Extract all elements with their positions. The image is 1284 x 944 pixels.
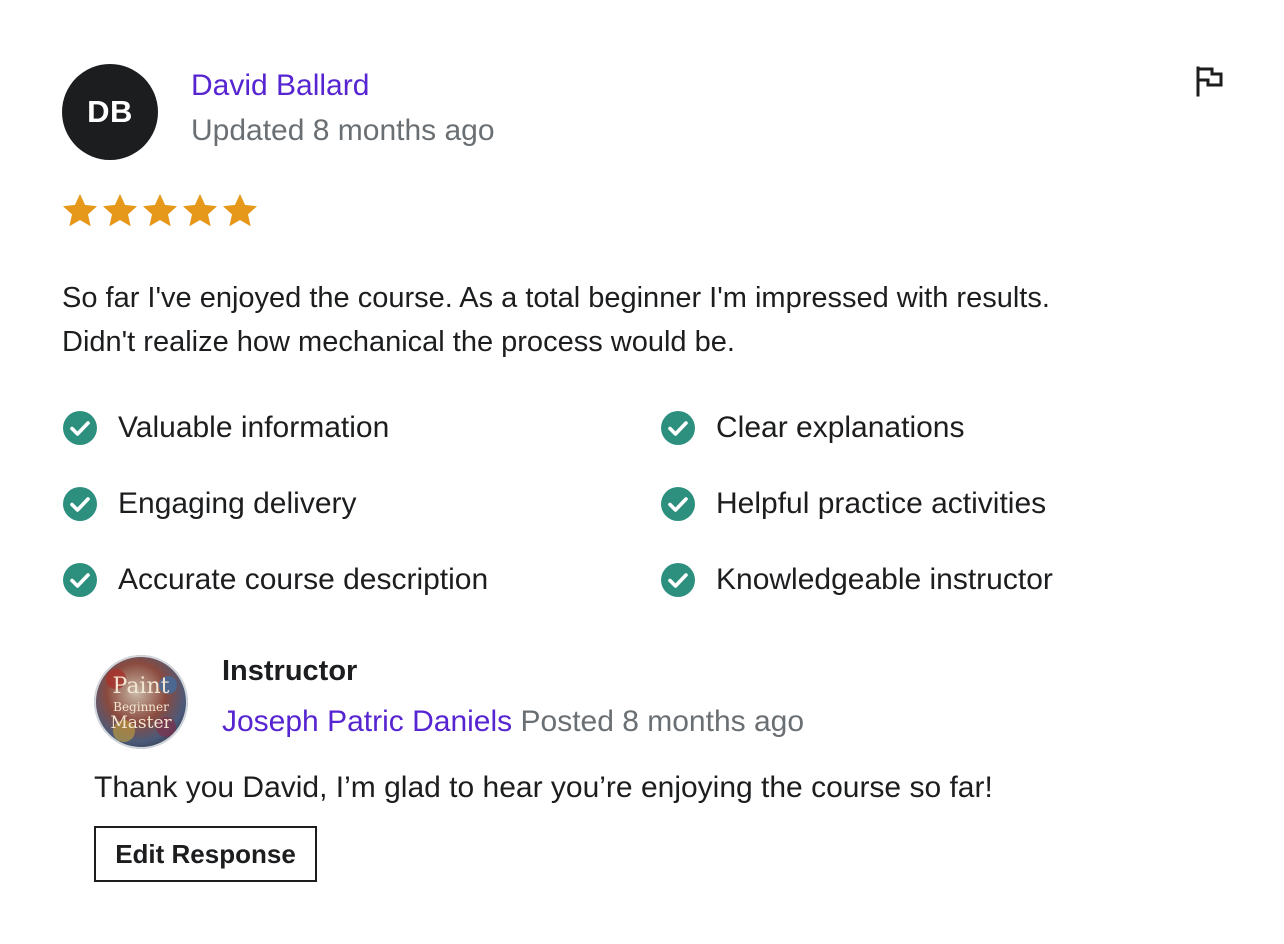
tag-item: Clear explanations (660, 410, 1222, 446)
tag-label: Helpful practice activities (716, 487, 1047, 520)
edit-response-button[interactable]: Edit Response (94, 826, 317, 882)
tag-item: Helpful practice activities (660, 486, 1222, 522)
response-timestamp: Posted 8 months ago (520, 705, 805, 738)
star-icon (143, 193, 177, 227)
check-circle-icon (63, 411, 97, 445)
instructor-role-label: Instructor (222, 655, 358, 687)
review-text-line1: So far I've enjoyed the course. As a tot… (62, 282, 1050, 314)
star-icon (63, 193, 97, 227)
instructor-avatar: Paint Beginner Master (94, 655, 188, 749)
avatar-text-line2: Beginner (113, 700, 169, 714)
tag-item: Knowledgeable instructor (660, 562, 1222, 598)
reviewer-name-link[interactable]: David Ballard (191, 69, 369, 103)
tag-item: Engaging delivery (62, 486, 660, 522)
tag-label: Accurate course description (118, 563, 489, 596)
review-tags: Valuable information Clear explanations … (62, 410, 1222, 598)
reviewer-initials: DB (87, 94, 133, 129)
star-icon (183, 193, 217, 227)
tag-label: Clear explanations (716, 411, 965, 444)
review-card: DB David Ballard Updated 8 months ago So… (0, 0, 1284, 944)
check-circle-icon (63, 563, 97, 597)
check-circle-icon (661, 563, 695, 597)
check-circle-icon (63, 487, 97, 521)
instructor-byline: Joseph Patric Daniels Posted 8 months ag… (222, 705, 804, 739)
star-icon (103, 193, 137, 227)
check-circle-icon (661, 487, 695, 521)
flag-icon[interactable] (1192, 64, 1226, 98)
reviewer-avatar: DB (62, 64, 158, 160)
instructor-response-text: Thank you David, I’m glad to hear you’re… (94, 771, 993, 804)
tag-label: Engaging delivery (118, 487, 357, 520)
review-text: So far I've enjoyed the course. As a tot… (62, 276, 1212, 364)
tag-label: Knowledgeable instructor (716, 563, 1053, 596)
avatar-text-line1: Paint (113, 674, 170, 699)
instructor-name-link[interactable]: Joseph Patric Daniels (222, 705, 512, 738)
tag-item: Valuable information (62, 410, 660, 446)
star-rating (62, 192, 258, 230)
check-circle-icon (661, 411, 695, 445)
review-text-line2: Didn't realize how mechanical the proces… (62, 326, 735, 358)
tag-label: Valuable information (118, 411, 390, 444)
tag-item: Accurate course description (62, 562, 660, 598)
instructor-avatar-image: Paint Beginner Master (94, 655, 188, 749)
avatar-text-line3: Master (110, 713, 172, 733)
review-timestamp: Updated 8 months ago (191, 114, 495, 147)
star-icon (223, 193, 257, 227)
